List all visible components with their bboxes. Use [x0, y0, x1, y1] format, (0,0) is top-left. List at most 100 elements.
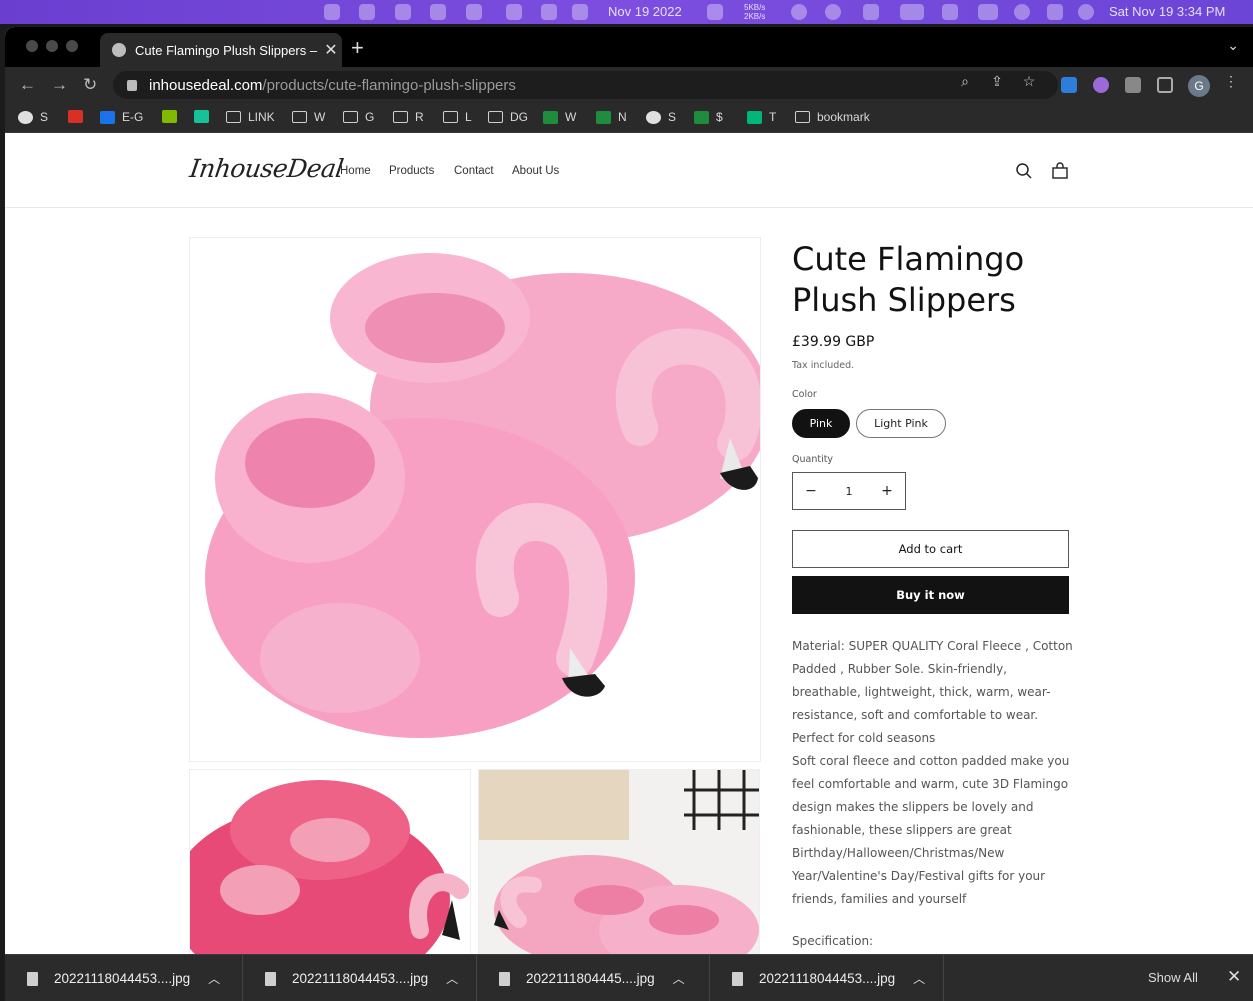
download-item[interactable]: 2022111804445....jpg ︿ — [477, 955, 710, 1001]
file-icon — [27, 971, 38, 986]
star-icon — [747, 110, 762, 124]
address-bar[interactable]: inhousedeal.com/products/cute-flamingo-p… — [113, 71, 1058, 99]
close-window-button[interactable] — [26, 40, 38, 52]
bookmark-item[interactable]: L — [443, 110, 472, 124]
color-option-pink[interactable]: Pink — [792, 409, 850, 438]
chevron-up-icon[interactable]: ︿ — [446, 970, 462, 987]
download-extension-icon[interactable] — [1061, 77, 1077, 93]
bookmark-item[interactable]: S — [18, 110, 48, 124]
bookmark-item[interactable] — [194, 110, 216, 123]
back-button[interactable]: ← — [19, 75, 36, 95]
bookmark-item[interactable]: W — [292, 110, 325, 124]
gmail-icon — [68, 110, 83, 123]
download-item[interactable]: 20221118044453....jpg ︿ — [5, 955, 243, 1001]
bookmark-label: L — [465, 110, 472, 124]
bookmark-item[interactable] — [68, 110, 90, 123]
keyboard-icon[interactable] — [978, 4, 998, 20]
cart-icon[interactable] — [1051, 162, 1069, 180]
bookmark-item[interactable]: $ — [694, 110, 723, 124]
nav-contact[interactable]: Contact — [454, 165, 494, 177]
new-tab-button[interactable]: + — [351, 35, 364, 61]
quantity-decrease-button[interactable]: − — [793, 483, 829, 499]
qq-icon[interactable] — [395, 4, 411, 20]
checkmark-icon[interactable] — [541, 4, 557, 20]
battery-icon[interactable] — [900, 4, 924, 20]
cat-icon[interactable] — [506, 4, 522, 20]
quantity-input[interactable]: 1 — [829, 485, 869, 498]
minimize-window-button[interactable] — [46, 40, 58, 52]
zoom-icon[interactable]: ⌕ — [957, 73, 973, 89]
tax-note: Tax included. — [792, 360, 855, 371]
forward-button[interactable]: → — [51, 75, 68, 95]
lock-icon[interactable] — [127, 79, 137, 91]
globe-icon — [112, 43, 126, 57]
share-icon[interactable]: ⇪ — [989, 73, 1005, 89]
wechat-icon[interactable] — [359, 4, 375, 20]
more-menu-icon[interactable]: ⋮ — [1223, 73, 1239, 89]
spotlight-search-icon[interactable] — [1014, 4, 1030, 20]
bookmark-item[interactable]: R — [393, 110, 424, 124]
product-description: Material: SUPER QUALITY Coral Fleece , C… — [792, 635, 1074, 911]
network-speed: 5KB/s 2KB/s — [744, 3, 765, 21]
app-status-icon[interactable] — [324, 4, 340, 20]
bookmark-item[interactable]: bookmark — [795, 110, 870, 124]
buy-now-button[interactable]: Buy it now — [792, 576, 1069, 614]
chevron-up-icon[interactable]: ︿ — [673, 970, 689, 987]
chevron-up-icon[interactable]: ︿ — [913, 970, 929, 987]
sheets-icon — [694, 110, 709, 124]
menubar-clock[interactable]: Sat Nov 19 3:34 PM — [1109, 4, 1225, 19]
play-icon[interactable] — [791, 4, 807, 20]
control-center-icon[interactable] — [1047, 4, 1063, 20]
nav-about-us[interactable]: About Us — [512, 165, 559, 177]
calculator-icon[interactable] — [863, 4, 879, 20]
bookmark-item[interactable]: T — [747, 110, 776, 124]
product-thumbnail-1[interactable] — [189, 769, 471, 954]
close-tab-icon[interactable]: ✕ — [320, 40, 342, 60]
light-pink-flamingo-slippers-image — [479, 770, 759, 954]
bookmark-item[interactable]: E-G — [100, 110, 143, 124]
nav-home[interactable]: Home — [340, 165, 371, 177]
bookmark-item[interactable]: N — [596, 110, 627, 124]
puzzle-extensions-icon[interactable] — [1125, 77, 1141, 93]
product-thumbnail-2[interactable] — [478, 769, 760, 954]
quantity-increase-button[interactable]: + — [869, 483, 905, 499]
nav-products[interactable]: Products — [389, 165, 434, 177]
siri-icon[interactable] — [1078, 4, 1094, 20]
tab-active[interactable]: Cute Flamingo Plush Slippers – ✕ — [100, 33, 342, 67]
bookmark-item[interactable]: LINK — [226, 110, 275, 124]
bookmark-item[interactable]: W — [543, 110, 576, 124]
profile-avatar[interactable]: G — [1188, 75, 1210, 97]
browser-window: Cute Flamingo Plush Slippers – ✕ + ⌄ ← →… — [5, 27, 1253, 1001]
download-item[interactable]: 20221118044453....jpg ︿ — [710, 955, 944, 1001]
add-to-cart-button[interactable]: Add to cart — [792, 530, 1069, 568]
url-path: /products/cute-flamingo-plush-slippers — [262, 76, 516, 94]
bookmark-item[interactable]: G — [343, 110, 374, 124]
bookmark-star-icon[interactable]: ☆ — [1021, 73, 1037, 89]
wifi-icon[interactable] — [942, 4, 958, 20]
color-option-light-pink[interactable]: Light Pink — [856, 409, 946, 438]
script-icon[interactable] — [430, 4, 446, 20]
folder-icon — [226, 111, 241, 123]
bookmark-item[interactable]: DG — [488, 110, 528, 124]
store-logo[interactable]: InhouseDeal — [188, 154, 345, 183]
side-panel-icon[interactable] — [1157, 77, 1173, 93]
arrow-circle-icon[interactable] — [572, 4, 588, 20]
download-item[interactable]: 20221118044453....jpg ︿ — [243, 955, 477, 1001]
chevron-up-icon[interactable]: ︿ — [208, 970, 224, 987]
tab-search-chevron-icon[interactable]: ⌄ — [1227, 37, 1239, 54]
zoom-window-button[interactable] — [66, 40, 78, 52]
reload-button[interactable]: ↻ — [83, 75, 97, 95]
messages-icon[interactable] — [466, 4, 482, 20]
bookmark-item[interactable] — [162, 110, 184, 123]
file-icon — [499, 971, 510, 986]
search-icon[interactable] — [1015, 162, 1033, 180]
bookmark-item[interactable]: S — [646, 110, 676, 124]
close-downloads-bar-icon[interactable]: ✕ — [1227, 967, 1241, 987]
cat-status-icon[interactable] — [707, 4, 723, 20]
flamingo-slippers-image — [205, 253, 760, 738]
time-machine-icon[interactable] — [825, 4, 841, 20]
show-all-downloads-button[interactable]: Show All — [1148, 970, 1198, 985]
download-filename: 2022111804445....jpg — [526, 971, 655, 986]
extension-circle-icon[interactable] — [1093, 77, 1109, 93]
product-main-image[interactable] — [189, 237, 761, 762]
